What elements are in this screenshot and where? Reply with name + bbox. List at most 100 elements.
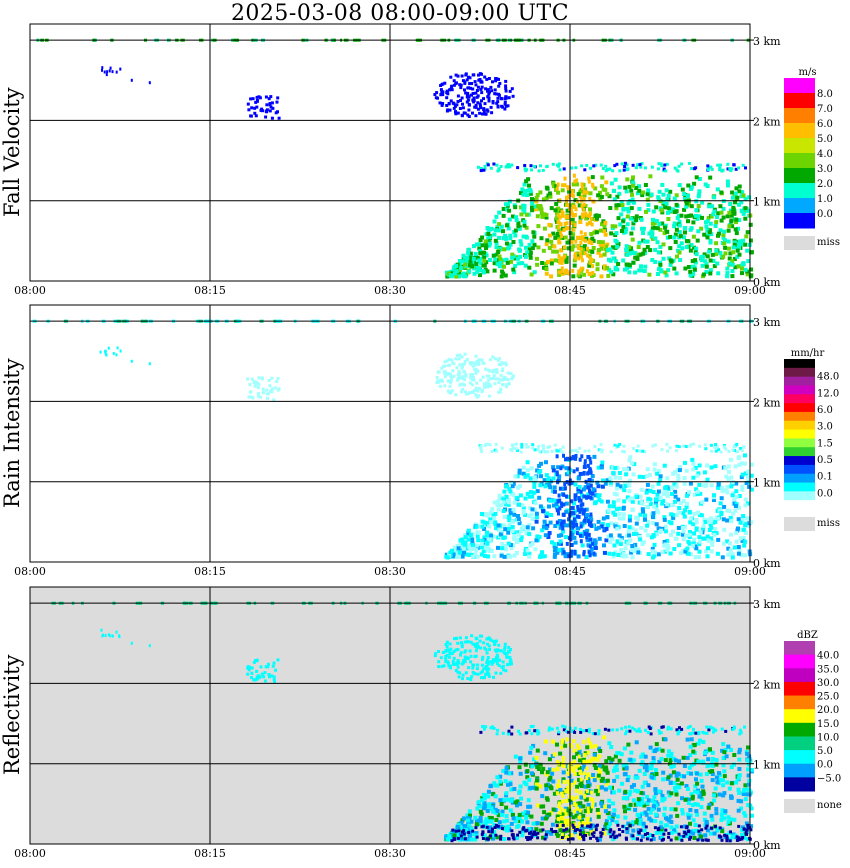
data-cell [727,246,731,251]
data-cell [508,89,512,93]
data-cell [592,538,597,543]
data-cell [482,258,487,263]
data-cell [615,728,619,732]
data-cell [488,648,492,651]
data-cell [591,541,594,546]
data-cell [736,455,741,460]
data-cell [689,771,693,776]
data-cell [603,727,607,731]
data-cell [661,777,666,782]
data-cell [439,84,443,87]
data-cell [468,533,473,538]
data-cell [530,764,535,769]
data-cell [480,72,483,76]
data-cell [586,784,591,788]
data-cell [734,780,739,785]
data-cell [485,651,489,655]
legend-level: 48.0 [817,372,839,383]
data-cell [554,249,559,254]
data-cell [593,501,597,506]
data-cell [529,164,533,168]
data-cell [676,801,681,806]
data-cell [662,517,667,522]
data-cell [509,821,514,826]
data-cell [688,481,693,486]
y-tick-label: 2 km [753,396,781,409]
data-cell [480,512,484,516]
data-cell [561,512,565,517]
data-cell [603,232,608,237]
data-cell [471,373,474,376]
data-cell [515,496,520,501]
data-cell [654,747,659,752]
data-cell [646,731,650,734]
data-cell [662,806,667,811]
data-cell [694,208,699,213]
data-cell [597,763,602,768]
data-cell [535,748,540,753]
data-cell [501,367,505,371]
data-cell [666,449,669,453]
data-cell [615,162,619,166]
data-cell [715,445,719,449]
data-cell [529,272,534,277]
data-cell [623,546,628,551]
data-cell [545,797,550,802]
data-cell [668,814,673,819]
data-cell [540,794,545,799]
data-cell [742,445,746,449]
data-cell [486,554,491,559]
data-cell [712,831,717,836]
data-cell [703,750,707,755]
data-cell [656,167,660,171]
data-cell [648,766,653,771]
data-cell [449,75,453,79]
data-cell [495,732,499,736]
data-cell [581,813,586,818]
data-cell [719,511,724,515]
data-cell [624,725,628,729]
data-cell [675,813,680,818]
data-cell [660,748,665,753]
data-cell [673,494,678,499]
data-cell [479,80,483,84]
data-cell [502,554,507,559]
data-cell [563,725,567,729]
data-cell [630,496,635,501]
data-cell [703,833,708,838]
data-cell [543,484,548,489]
data-cell [692,531,697,536]
data-cell [625,729,628,733]
data-cell [456,354,459,357]
data-cell [470,537,475,542]
data-cell [474,649,478,653]
data-cell [532,475,537,480]
data-cell [688,732,692,736]
data-cell [716,231,721,236]
data-cell [576,514,579,519]
data-cell [657,189,662,194]
data-cell [617,506,621,511]
data-cell [677,250,682,255]
data-cell [520,445,524,449]
data-cell [695,812,700,817]
data-cell [586,750,590,755]
legend-swatch [784,213,815,229]
data-cell [693,823,698,827]
data-cell [534,519,539,524]
data-cell [466,86,470,90]
data-cell [490,507,495,512]
data-cell [507,217,512,222]
data-cell [629,231,634,236]
data-cell [621,207,626,212]
data-cell [684,214,689,219]
data-cell [595,267,600,272]
data-cell [583,238,587,243]
data-cell [496,96,500,100]
data-cell [510,725,514,729]
data-cell [512,512,517,517]
data-cell [702,483,707,488]
data-cell [436,370,440,374]
data-cell [655,226,660,231]
data-cell [609,745,614,750]
